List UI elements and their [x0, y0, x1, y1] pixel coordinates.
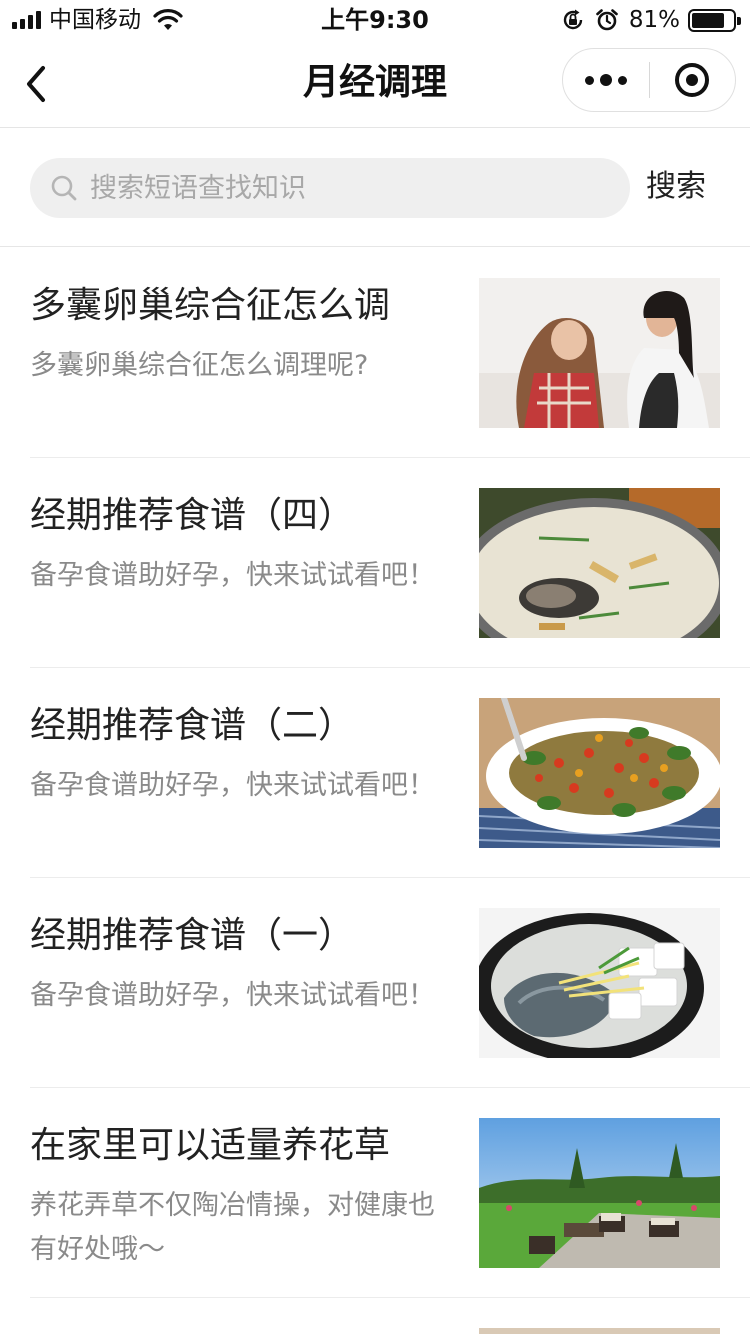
search-box[interactable]	[30, 158, 630, 218]
list-item[interactable]: 经期推荐食谱（一） 备孕食谱助好孕，快来试试看吧！	[30, 878, 750, 1088]
article-title: 经期推荐食谱（四）	[30, 495, 355, 536]
orientation-lock-icon	[563, 9, 583, 30]
article-thumbnail	[479, 278, 720, 428]
article-thumbnail	[479, 698, 720, 848]
nav-bar: 月经调理	[0, 40, 750, 128]
article-description: 备孕食谱助好孕，快来试试看吧！	[30, 770, 435, 801]
target-circle-icon	[675, 63, 710, 97]
article-description: 养花弄草不仅陶冶情操，对健康也有好处哦～	[30, 1190, 435, 1265]
list-item[interactable]: 在家里可以适量养花草 养花弄草不仅陶冶情操，对健康也有好处哦～	[30, 1088, 750, 1298]
article-thumbnail	[479, 1118, 720, 1268]
next-article-thumbnail-partial	[479, 1328, 720, 1334]
article-title: 多囊卵巢综合征怎么调	[30, 285, 391, 326]
list-item[interactable]: 多囊卵巢综合征怎么调 多囊卵巢综合征怎么调理呢?	[30, 248, 750, 458]
article-thumbnail	[479, 908, 720, 1058]
article-title: 在家里可以适量养花草	[30, 1125, 391, 1166]
list-item[interactable]: 经期推荐食谱（四） 备孕食谱助好孕，快来试试看吧！	[30, 458, 750, 668]
mini-program-capsule	[562, 48, 736, 112]
article-thumbnail	[479, 488, 720, 638]
search-input[interactable]	[90, 172, 590, 204]
search-button[interactable]: 搜索	[646, 167, 706, 207]
more-button[interactable]	[563, 48, 649, 112]
status-bar: 中国移动 上午9:30 81%	[0, 0, 750, 40]
article-description: 备孕食谱助好孕，快来试试看吧！	[30, 560, 435, 591]
article-title: 经期推荐食谱（一）	[30, 915, 355, 956]
article-title: 经期推荐食谱（二）	[30, 705, 355, 746]
search-bar: 搜索	[0, 129, 750, 247]
list-item[interactable]: 经期推荐食谱（二） 备孕食谱助好孕，快来试试看吧！	[30, 668, 750, 878]
article-description: 备孕食谱助好孕，快来试试看吧！	[30, 980, 435, 1011]
search-icon	[51, 175, 77, 201]
article-list: 多囊卵巢综合征怎么调 多囊卵巢综合征怎么调理呢? 经期推荐食谱（四） 备孕食谱助…	[0, 248, 750, 1298]
battery-icon	[688, 8, 741, 32]
more-dots-icon	[585, 75, 594, 85]
battery-percent: 81%	[628, 7, 680, 33]
alarm-icon	[596, 9, 618, 31]
article-description: 多囊卵巢综合征怎么调理呢?	[30, 350, 369, 381]
close-mini-program-button[interactable]	[650, 48, 735, 112]
